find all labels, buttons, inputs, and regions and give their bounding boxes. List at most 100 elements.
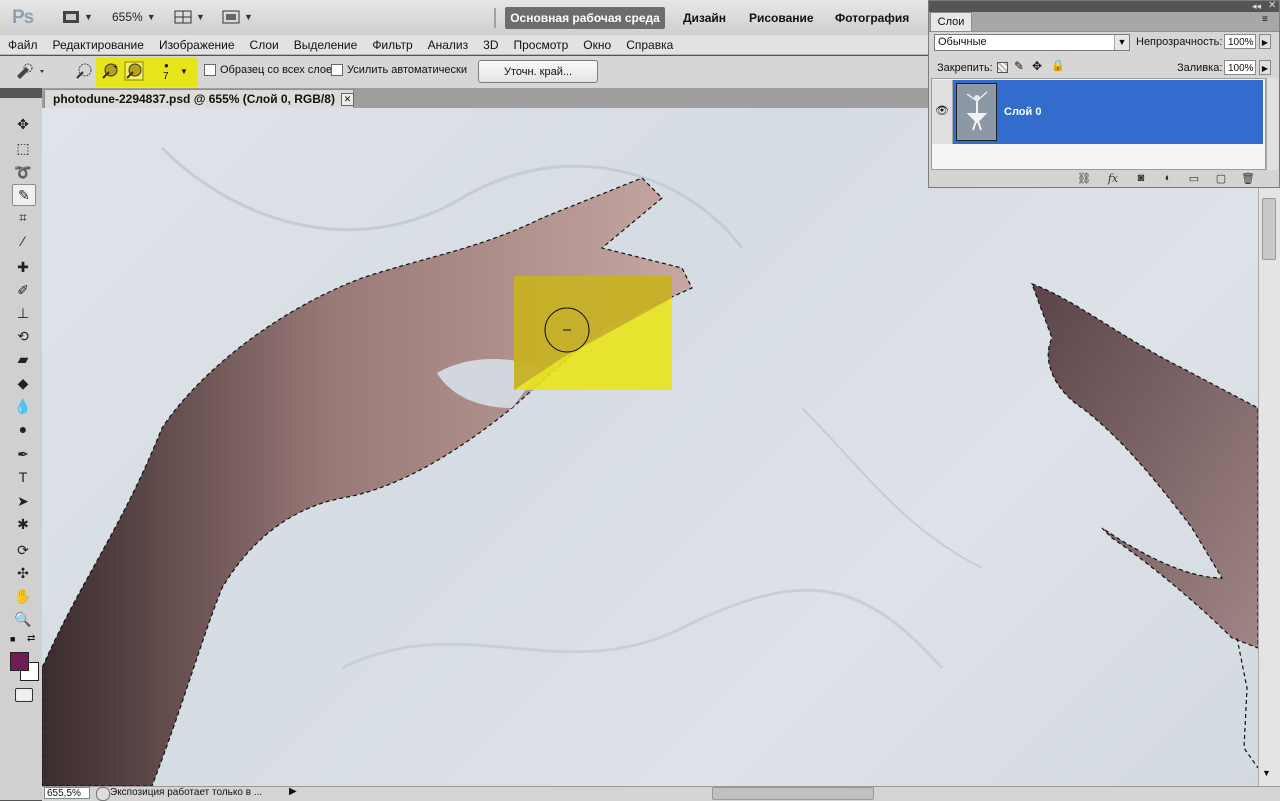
workspace-essentials-button[interactable]: Основная рабочая среда [505,7,665,29]
canvas-image [42,146,1258,786]
dodge-tool-icon[interactable]: ● [12,419,34,439]
subtract-from-selection-button[interactable] [124,61,144,84]
collapse-panel-icon[interactable]: ◂◂ [1252,1,1261,12]
menu-file[interactable]: Файл [8,38,38,52]
auto-enhance-checkbox[interactable]: Усилить автоматически [331,64,467,76]
menu-layer[interactable]: Слои [250,38,279,52]
lasso-tool-icon[interactable]: ➰ [12,162,34,182]
vertical-scroll-thumb[interactable] [1262,198,1276,260]
status-zoom-field[interactable]: 655,5% [44,787,90,799]
layer-visibility-toggle[interactable]: 👁 [932,80,953,144]
lock-position-icon[interactable]: ✥ [1032,59,1042,73]
menu-analysis[interactable]: Анализ [428,38,469,52]
opacity-field[interactable]: 100% [1224,34,1256,49]
workspace-painting-button[interactable]: Рисование [749,7,814,29]
link-layers-icon[interactable]: ⛓ [1076,170,1092,186]
menu-select[interactable]: Выделение [294,38,358,52]
clone-stamp-tool-icon[interactable]: ⊥ [12,303,34,323]
workspace-design-button[interactable]: Дизайн [683,7,726,29]
add-selection-icon: + [102,62,118,79]
opacity-slider-arrow-icon[interactable]: ▶ [1259,34,1271,49]
layer-row[interactable] [953,80,1263,144]
spot-healing-tool-icon[interactable]: ✚ [12,257,34,277]
vertical-scrollbar[interactable] [1258,180,1280,786]
path-selection-tool-icon[interactable]: ➤ [12,491,34,511]
layer-list-scrollbar[interactable] [1266,78,1278,170]
lock-all-icon[interactable]: 🔒 [1051,59,1065,72]
pen-tool-icon[interactable]: ✒ [12,444,34,464]
panel-header[interactable] [929,1,1279,12]
paint-bucket-tool-icon[interactable]: ◆ [12,373,34,393]
quick-mask-icon[interactable] [15,688,33,702]
refine-edge-button[interactable]: Уточн. край... [478,60,598,83]
sample-all-layers-label: Образец со всех слоев [220,64,338,76]
brush-tool-icon[interactable]: ✐ [12,280,34,300]
eraser-tool-icon[interactable]: ▰ [12,349,34,369]
add-to-selection-button[interactable]: + [100,61,120,84]
eyedropper-tool-icon[interactable]: ⁄ [12,231,34,251]
crop-tool-icon[interactable]: ⌗ [12,207,34,227]
sample-all-layers-checkbox[interactable]: Образец со всех слоев [204,64,338,76]
lock-transparency-icon[interactable] [997,62,1008,73]
status-menu-arrow-icon[interactable]: ▶ [289,786,297,797]
new-selection-mode-button[interactable] [74,61,94,84]
foreground-color-swatch[interactable] [10,652,29,671]
menu-window[interactable]: Окно [583,38,611,52]
zoom-level-value: 655% [112,10,143,24]
status-message: Экспозиция работает только в ... [110,787,263,798]
document-canvas[interactable] [42,108,1258,786]
brush-picker[interactable]: ● 7 ▼ [160,59,190,85]
type-tool-icon[interactable]: T [12,467,34,487]
svg-text:+: + [113,62,118,71]
close-icon[interactable]: ✕ [1268,0,1276,11]
blur-tool-icon[interactable]: 💧 [12,396,34,416]
add-mask-icon[interactable]: ◙ [1133,170,1149,186]
zoom-level-dropdown[interactable]: 655% ▼ [112,8,156,26]
history-brush-tool-icon[interactable]: ⟲ [12,326,34,346]
workspace-photography-button[interactable]: Фотография [835,7,909,29]
screen-mode-button[interactable]: ▼ [222,8,253,26]
chevron-down-icon[interactable]: ▼ [1114,35,1129,50]
close-icon[interactable]: ✕ [341,93,354,106]
marquee-tool-icon[interactable]: ⬚ [12,138,34,158]
scroll-down-icon[interactable]: ▼ [1262,768,1271,778]
move-tool-icon[interactable]: ✥ [12,114,34,134]
hand-tool-icon[interactable]: ✋ [12,586,34,606]
layer-style-icon[interactable]: fx [1105,170,1121,186]
3d-orbit-tool-icon[interactable]: ✣ [12,563,34,583]
brush-size-value: 7 [163,71,169,82]
tool-preset-picker[interactable] [14,62,48,83]
toolbox-header[interactable] [0,88,42,98]
delete-layer-icon[interactable]: 🗑 [1240,170,1256,186]
blend-mode-select[interactable]: Обычные [934,34,1130,51]
chevron-down-icon: ▼ [244,12,253,22]
info-icon[interactable] [96,787,110,801]
menu-filter[interactable]: Фильтр [372,38,412,52]
document-tab[interactable]: photodune-2294837.psd @ 655% (Слой 0, RG… [44,89,354,108]
default-colors-icon[interactable]: ■ [10,634,15,644]
swap-colors-icon[interactable]: ⇄ [27,633,35,644]
filmstrip-icon [63,11,79,23]
menu-edit[interactable]: Редактирование [53,38,144,52]
ballerina-thumbnail-image [957,84,996,140]
new-group-icon[interactable]: ▭ [1186,170,1202,186]
new-layer-icon[interactable]: ▢ [1213,170,1229,186]
quick-selection-tool-icon[interactable]: ✎ [12,184,36,206]
arrange-documents-button[interactable]: ▼ [174,8,205,26]
menu-image[interactable]: Изображение [159,38,235,52]
lock-pixels-icon[interactable]: ✎ [1014,59,1024,73]
3d-rotate-tool-icon[interactable]: ⟳ [12,540,34,560]
zoom-tool-icon[interactable]: 🔍 [12,609,34,629]
adjustment-layer-icon[interactable]: ◐ [1160,170,1176,186]
panel-menu-icon[interactable]: ≡ [1262,14,1268,25]
horizontal-scroll-thumb[interactable] [712,787,874,800]
menu-3d[interactable]: 3D [483,38,498,52]
launch-bridge-button[interactable]: ▼ [62,8,93,26]
fill-slider-arrow-icon[interactable]: ▶ [1259,60,1271,75]
fill-field[interactable]: 100% [1224,60,1256,75]
menu-help[interactable]: Справка [626,38,673,52]
menu-view[interactable]: Просмотр [513,38,568,52]
custom-shape-tool-icon[interactable]: ✱ [12,514,34,534]
layer-name[interactable]: Слой 0 [1004,106,1041,118]
tab-layers[interactable]: Слои [930,12,972,31]
